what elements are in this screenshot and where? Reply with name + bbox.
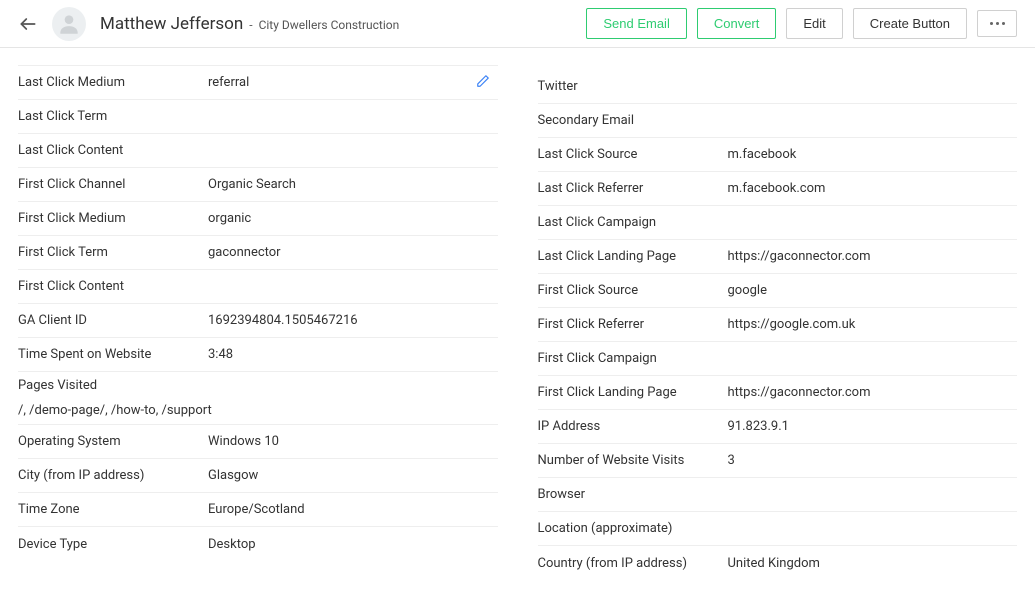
field-label: First Click Term [18,245,208,260]
field-label: IP Address [538,419,728,434]
field-label: Last Click Medium [18,75,208,90]
field-secondary-email[interactable]: Secondary Email [538,104,1018,138]
field-browser[interactable]: Browser [538,478,1018,512]
field-first-click-landing[interactable]: First Click Landing Page https://gaconne… [538,376,1018,410]
field-value: organic [208,211,498,226]
field-label: GA Client ID [18,313,208,328]
field-value: Organic Search [208,177,498,192]
create-button-button[interactable]: Create Button [853,8,967,39]
header-left: Matthew Jefferson - City Dwellers Constr… [18,7,399,41]
company-separator: - [249,18,252,32]
field-label: Location (approximate) [538,521,728,536]
right-column: Twitter Secondary Email Last Click Sourc… [538,48,1018,580]
field-value: Windows 10 [208,434,498,449]
field-value: 3:48 [208,347,498,362]
field-label: Last Click Referrer [538,181,728,196]
field-first-click-term[interactable]: First Click Term gaconnector [18,236,498,270]
field-first-click-campaign[interactable]: First Click Campaign [538,342,1018,376]
field-label: Country (from IP address) [538,556,728,571]
field-label: Browser [538,487,728,502]
back-arrow-icon[interactable] [18,14,38,34]
field-label: Last Click Campaign [538,215,728,230]
record-content: Last Click Medium referral Last Click Te… [0,48,1035,598]
field-label: First Click Medium [18,211,208,226]
edit-button[interactable]: Edit [786,8,842,39]
field-pages-visited[interactable]: Pages Visited /, /demo-page/, /how-to, /… [18,372,498,425]
convert-button[interactable]: Convert [697,8,777,39]
field-label: First Click Channel [18,177,208,192]
field-label: First Click Content [18,279,208,294]
field-ip-address[interactable]: IP Address 91.823.9.1 [538,410,1018,444]
field-value: Desktop [208,537,498,552]
field-value: 3 [728,453,1018,468]
field-label: First Click Landing Page [538,385,728,400]
field-label: Number of Website Visits [538,453,728,468]
field-value: google [728,283,1018,298]
avatar [52,7,86,41]
field-visits[interactable]: Number of Website Visits 3 [538,444,1018,478]
more-actions-button[interactable] [977,10,1017,37]
field-value: /, /demo-page/, /how-to, /support [18,403,498,418]
send-email-button[interactable]: Send Email [586,8,686,39]
field-first-click-source[interactable]: First Click Source google [538,274,1018,308]
field-label: First Click Source [538,283,728,298]
field-first-click-channel[interactable]: First Click Channel Organic Search [18,168,498,202]
person-name: Matthew Jefferson [100,14,243,34]
field-time-zone[interactable]: Time Zone Europe/Scotland [18,493,498,527]
field-first-click-content[interactable]: First Click Content [18,270,498,304]
field-value: https://gaconnector.com [728,249,1018,264]
field-device-type[interactable]: Device Type Desktop [18,527,498,561]
field-value: m.facebook.com [728,181,1018,196]
left-column: Last Click Medium referral Last Click Te… [18,48,498,580]
field-last-click-term[interactable]: Last Click Term [18,100,498,134]
field-label: Last Click Content [18,143,208,158]
field-last-click-referrer[interactable]: Last Click Referrer m.facebook.com [538,172,1018,206]
spacer [538,48,1018,70]
field-label: Last Click Term [18,109,208,124]
field-location[interactable]: Location (approximate) [538,512,1018,546]
field-label: First Click Referrer [538,317,728,332]
field-first-click-referrer[interactable]: First Click Referrer https://google.com.… [538,308,1018,342]
field-value: https://gaconnector.com [728,385,1018,400]
field-first-click-medium[interactable]: First Click Medium organic [18,202,498,236]
field-value: Europe/Scotland [208,502,498,517]
field-label: Last Click Source [538,147,728,162]
field-label: Time Zone [18,502,208,517]
field-label: Device Type [18,537,208,552]
field-last-click-content[interactable]: Last Click Content [18,134,498,168]
field-label: Last Click Landing Page [538,249,728,264]
field-last-click-medium[interactable]: Last Click Medium referral [18,66,498,100]
field-last-click-campaign[interactable]: Last Click Campaign [538,206,1018,240]
field-label: Secondary Email [538,113,728,128]
field-time-spent[interactable]: Time Spent on Website 3:48 [18,338,498,372]
field-city[interactable]: City (from IP address) Glasgow [18,459,498,493]
field-operating-system[interactable]: Operating System Windows 10 [18,425,498,459]
field-label: Time Spent on Website [18,347,208,362]
field-value: 91.823.9.1 [728,419,1018,434]
field-value: 1692394804.1505467216 [208,313,498,328]
field-label: First Click Campaign [538,351,728,366]
field-value: m.facebook [728,147,1018,162]
field-value: gaconnector [208,245,498,260]
field-value: Glasgow [208,468,498,483]
field-label: City (from IP address) [18,468,208,483]
header-actions: Send Email Convert Edit Create Button [586,8,1017,39]
field-ga-client-id[interactable]: GA Client ID 1692394804.1505467216 [18,304,498,338]
name-block: Matthew Jefferson - City Dwellers Constr… [100,14,399,34]
field-label: Operating System [18,434,208,449]
pencil-icon[interactable] [476,74,490,92]
field-value: United Kingdom [728,556,1018,571]
field-twitter[interactable]: Twitter [538,70,1018,104]
record-header: Matthew Jefferson - City Dwellers Constr… [0,0,1035,48]
field-last-click-source[interactable]: Last Click Source m.facebook [538,138,1018,172]
field-country[interactable]: Country (from IP address) United Kingdom [538,546,1018,580]
field-value: referral [208,75,498,90]
field-label: Pages Visited [18,378,498,393]
company-name: City Dwellers Construction [259,18,400,32]
field-value: https://google.com.uk [728,317,1018,332]
field-last-click-landing[interactable]: Last Click Landing Page https://gaconnec… [538,240,1018,274]
field-label: Twitter [538,79,728,94]
